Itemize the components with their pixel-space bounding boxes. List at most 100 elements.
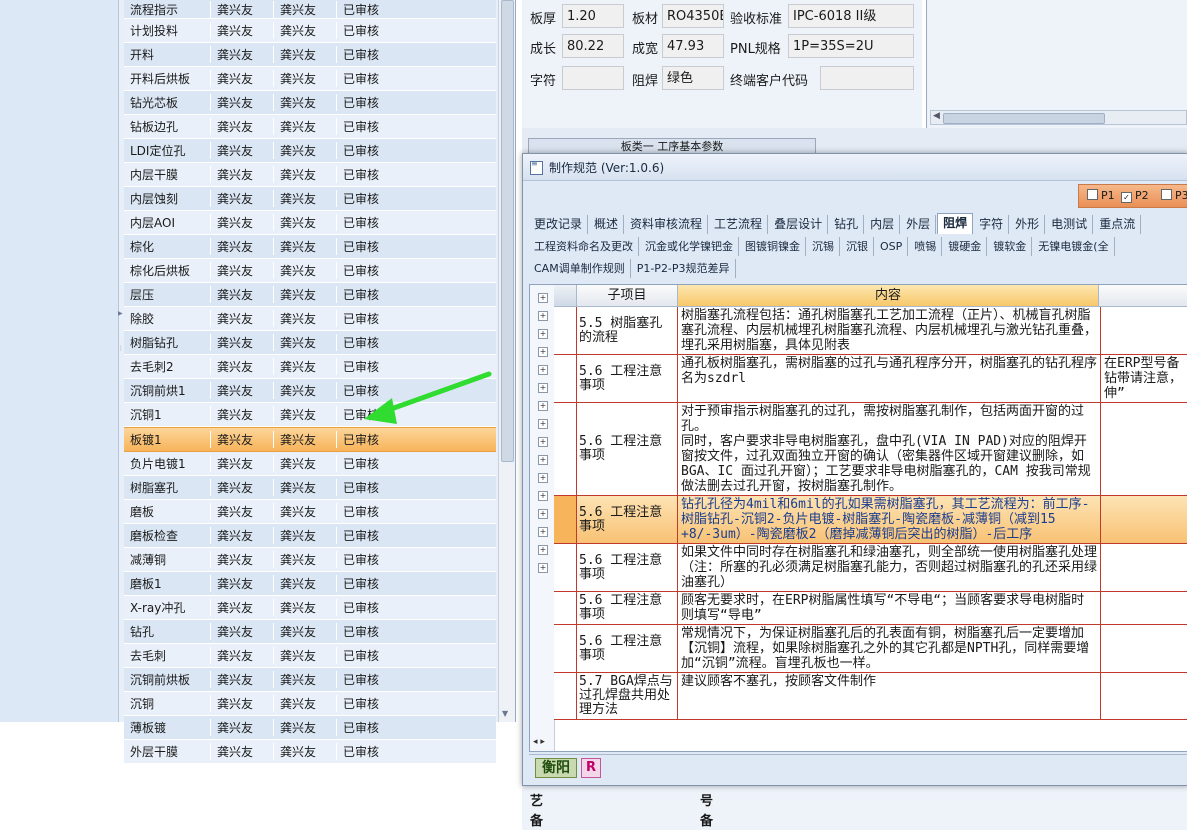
- tab-tabs1-7[interactable]: 外层: [901, 215, 937, 234]
- tab-tabs2-8[interactable]: 镀软金: [988, 237, 1033, 256]
- dialog-titlebar[interactable]: ≡ 制作规范 (Ver:1.0.6): [523, 154, 1187, 181]
- spec-row[interactable]: 5.5 树脂塞孔的流程 树脂塞孔流程包括：通孔树脂塞孔工艺加工流程（正片）、机械盲…: [554, 307, 1187, 355]
- process-row[interactable]: LDI定位孔 龚兴友 龚兴友 已审核: [124, 139, 496, 163]
- pnl-field[interactable]: 1P=35S=2U: [788, 34, 914, 58]
- process-row[interactable]: 板镀1 龚兴友 龚兴友 已审核: [124, 427, 496, 452]
- process-row[interactable]: 去毛刺2 龚兴友 龚兴友 已审核: [124, 355, 496, 379]
- row-selector[interactable]: [554, 307, 577, 354]
- scroll-down-icon[interactable]: ▼: [502, 709, 508, 718]
- tab-tabs1-9[interactable]: 字符: [974, 215, 1010, 234]
- tab-tabs2-7[interactable]: 镀硬金: [943, 237, 988, 256]
- expand-plus-icon[interactable]: +: [538, 563, 548, 573]
- tab-tabs1-11[interactable]: 电测试: [1046, 215, 1094, 234]
- process-list-scrollbar[interactable]: ▼: [498, 0, 515, 722]
- spec-row[interactable]: 5.6 工程注意事项 钻孔孔径为4mil和6mil的孔如果需树脂塞孔，其工艺流程为…: [554, 496, 1187, 544]
- process-row[interactable]: 内层干膜 龚兴友 龚兴友 已审核: [124, 163, 496, 187]
- process-row[interactable]: 钻板边孔 龚兴友 龚兴友 已审核: [124, 115, 496, 139]
- process-row[interactable]: 薄板镀 龚兴友 龚兴友 已审核: [124, 716, 496, 740]
- expand-plus-icon[interactable]: +: [538, 491, 548, 501]
- tab-tabs1-1[interactable]: 概述: [589, 215, 625, 234]
- p2-checkbox[interactable]: ✓ P2: [1121, 189, 1149, 203]
- row-selector[interactable]: [554, 625, 577, 672]
- scrollbar-thumb[interactable]: [501, 0, 514, 462]
- header-subitem[interactable]: 子项目: [577, 285, 678, 307]
- grid-nav-arrows[interactable]: ◂ ▸: [533, 737, 545, 747]
- length-field[interactable]: 80.22: [562, 34, 624, 58]
- process-row[interactable]: 去毛刺 龚兴友 龚兴友 已审核: [124, 644, 496, 668]
- row-selector[interactable]: [554, 355, 577, 402]
- spec-row[interactable]: 5.6 工程注意事项 如果文件中同时存在树脂塞孔和绿油塞孔，则全部统一使用树脂塞孔…: [554, 544, 1187, 592]
- spec-row[interactable]: 5.6 工程注意事项 通孔板树脂塞孔，需树脂塞的过孔与通孔程序分开，树脂塞孔的钻孔…: [554, 355, 1187, 403]
- expand-plus-icon[interactable]: +: [538, 473, 548, 483]
- row-selector[interactable]: [554, 403, 577, 495]
- tab-tabs1-12[interactable]: 重点流: [1094, 215, 1142, 234]
- process-row[interactable]: 计划投料 龚兴友 龚兴友 已审核: [124, 19, 496, 43]
- process-row[interactable]: 钻光芯板 龚兴友 龚兴友 已审核: [124, 91, 496, 115]
- checkbox-box-icon[interactable]: [1161, 189, 1172, 200]
- tab-tabs3-1[interactable]: P1-P2-P3规范差异: [631, 259, 736, 278]
- process-row[interactable]: 内层AOI 龚兴友 龚兴友 已审核: [124, 211, 496, 235]
- soldermask-field[interactable]: 绿色: [662, 66, 724, 90]
- material-field[interactable]: RO4350B: [662, 4, 724, 28]
- process-row[interactable]: 负片电镀1 龚兴友 龚兴友 已审核: [124, 452, 496, 476]
- spec-row[interactable]: 5.6 工程注意事项 常规情况下，为保证树脂塞孔后的孔表面有铜，树脂塞孔后一定要增…: [554, 625, 1187, 673]
- process-row[interactable]: 磨板1 龚兴友 龚兴友 已审核: [124, 572, 496, 596]
- expand-plus-icon[interactable]: +: [538, 419, 548, 429]
- tab-tabs2-1[interactable]: 沉金或化学镍钯金: [640, 237, 739, 256]
- expand-plus-icon[interactable]: +: [538, 509, 548, 519]
- process-row[interactable]: 磨板检查 龚兴友 龚兴友 已审核: [124, 524, 496, 548]
- tab-tabs2-0[interactable]: 工程资料命名及更改: [529, 237, 639, 256]
- tab-tabs1-8[interactable]: 阻焊: [937, 213, 974, 234]
- tab-tabs1-6[interactable]: 内层: [865, 215, 901, 234]
- expand-plus-icon[interactable]: +: [538, 311, 548, 321]
- expand-plus-icon[interactable]: +: [538, 383, 548, 393]
- tab-tabs2-4[interactable]: 沉银: [841, 237, 874, 256]
- p1-checkbox[interactable]: P1: [1087, 189, 1115, 202]
- checkbox-box-icon[interactable]: ✓: [1121, 192, 1132, 203]
- expand-plus-icon[interactable]: +: [538, 401, 548, 411]
- row-selector[interactable]: [554, 496, 577, 543]
- expand-plus-icon[interactable]: +: [538, 527, 548, 537]
- process-row[interactable]: 外层干膜 龚兴友 龚兴友 已审核: [124, 740, 496, 764]
- tab-tabs2-6[interactable]: 喷锡: [909, 237, 943, 256]
- process-row[interactable]: 树脂塞孔 龚兴友 龚兴友 已审核: [124, 476, 496, 500]
- expand-plus-icon[interactable]: +: [538, 293, 548, 303]
- spec-row[interactable]: 5.6 工程注意事项 顾客无要求时，在ERP树脂属性填写“不导电“；当顾客要求导电…: [554, 592, 1187, 625]
- checkbox-box-icon[interactable]: [1087, 189, 1098, 200]
- row-selector[interactable]: [554, 544, 577, 591]
- process-row[interactable]: X-ray冲孔 龚兴友 龚兴友 已审核: [124, 596, 496, 620]
- process-row[interactable]: 内层蚀刻 龚兴友 龚兴友 已审核: [124, 187, 496, 211]
- header-content[interactable]: 内容: [678, 285, 1099, 307]
- process-row[interactable]: 树脂钻孔 龚兴友 龚兴友 已审核: [124, 331, 496, 355]
- process-row[interactable]: 沉铜 龚兴友 龚兴友 已审核: [124, 692, 496, 716]
- spec-row[interactable]: 5.6 工程注意事项 对于预审指示树脂塞孔的过孔，需按树脂塞孔制作，包括两面开窗的…: [554, 403, 1187, 496]
- process-row[interactable]: 棕化后烘板 龚兴友 龚兴友 已审核: [124, 259, 496, 283]
- process-row[interactable]: 减薄铜 龚兴友 龚兴友 已审核: [124, 548, 496, 572]
- preview-scrollbar[interactable]: ◀: [930, 110, 1187, 125]
- tab-tabs2-9[interactable]: 无镍电镀金(全: [1033, 237, 1115, 256]
- width-field[interactable]: 47.93: [662, 34, 724, 58]
- tab-tabs1-2[interactable]: 资料审核流程: [625, 215, 709, 234]
- process-row[interactable]: 沉铜前烘1 龚兴友 龚兴友 已审核: [124, 379, 496, 403]
- process-row[interactable]: 棕化 龚兴友 龚兴友 已审核: [124, 235, 496, 259]
- tab-tabs1-0[interactable]: 更改记录: [529, 215, 589, 234]
- expand-plus-icon[interactable]: +: [538, 347, 548, 357]
- splitter-grip-dots[interactable]: ⋮: [118, 345, 124, 352]
- board-thickness-field[interactable]: 1.20: [562, 4, 624, 28]
- expand-plus-icon[interactable]: +: [538, 455, 548, 465]
- tab-tabs2-5[interactable]: OSP: [875, 237, 909, 256]
- process-row[interactable]: 沉铜1 龚兴友 龚兴友 已审核: [124, 403, 496, 427]
- spec-row[interactable]: 5.7 BGA焊点与过孔焊盘共用处理方法 建议顾客不塞孔，按顾客文件制作: [554, 673, 1187, 720]
- tab-tabs2-3[interactable]: 沉锡: [807, 237, 840, 256]
- process-row[interactable]: 流程指示 龚兴友 龚兴友 已审核: [124, 0, 496, 19]
- expand-plus-icon[interactable]: +: [538, 437, 548, 447]
- p3-checkbox[interactable]: P3: [1161, 189, 1187, 202]
- row-selector[interactable]: [554, 673, 577, 719]
- tab-tabs1-10[interactable]: 外形: [1010, 215, 1046, 234]
- process-row[interactable]: 沉铜前烘板 龚兴友 龚兴友 已审核: [124, 668, 496, 692]
- header-corner[interactable]: [554, 285, 577, 307]
- header-extra[interactable]: [1099, 285, 1187, 307]
- end-customer-field[interactable]: [820, 66, 914, 90]
- expand-plus-icon[interactable]: +: [538, 329, 548, 339]
- splitter-grip[interactable]: ▶: [118, 310, 123, 317]
